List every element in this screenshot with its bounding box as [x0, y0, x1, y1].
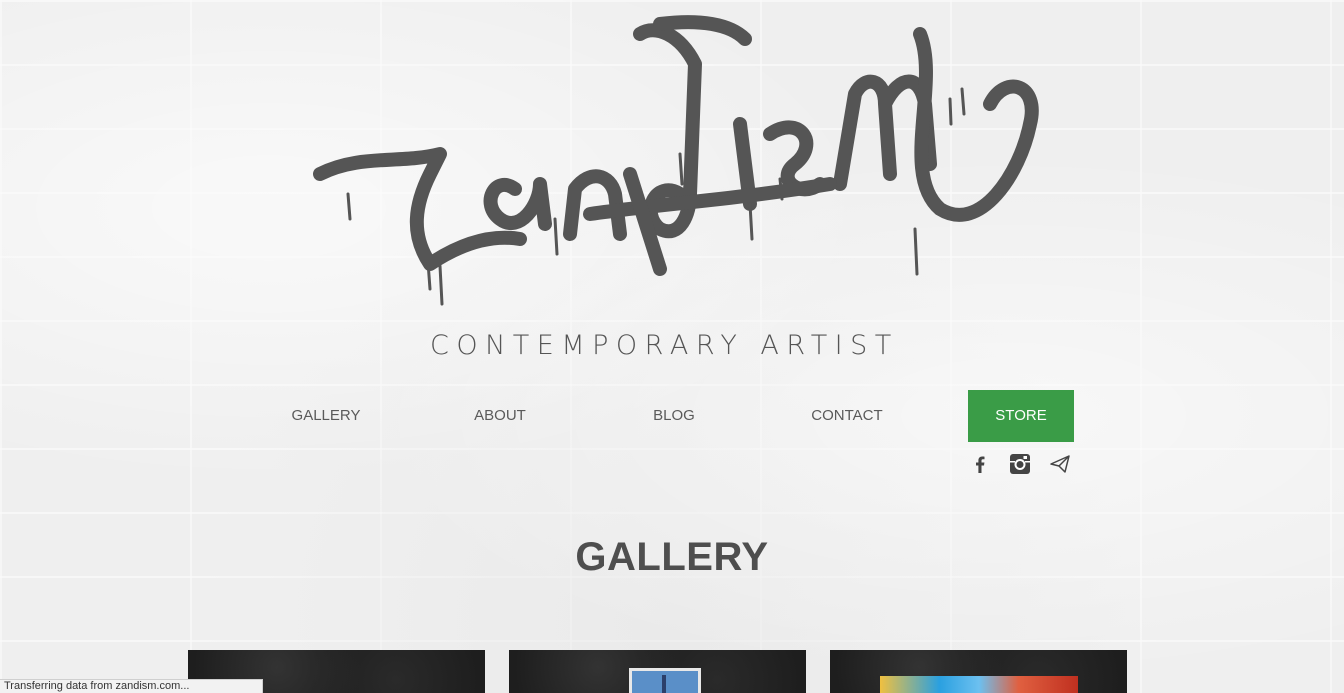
nav-link-about[interactable]: ABOUT [446, 390, 554, 442]
social-links [968, 452, 1078, 476]
gallery-thumbnail[interactable] [830, 650, 1127, 693]
gallery-thumbnail[interactable] [509, 650, 806, 693]
instagram-icon[interactable] [1008, 452, 1032, 476]
nav-link-contact[interactable]: CONTACT [794, 390, 900, 442]
facebook-icon[interactable] [968, 452, 992, 476]
main-navigation: GALLERY ABOUT BLOG CONTACT STORE [240, 390, 1100, 442]
artwork-image [629, 668, 701, 693]
nav-link-blog[interactable]: BLOG [620, 390, 728, 442]
zandism-logo[interactable] [300, 4, 1060, 314]
nav-link-store[interactable]: STORE [968, 390, 1074, 442]
nav-link-gallery[interactable]: GALLERY [272, 390, 380, 442]
gallery-heading: GALLERY [575, 535, 769, 579]
paper-plane-icon[interactable] [1048, 452, 1072, 476]
artwork-image [880, 676, 1078, 693]
tagline: CONTEMPORARY ARTIST [430, 330, 899, 361]
browser-status-bar: Transferring data from zandism.com... [0, 679, 263, 693]
